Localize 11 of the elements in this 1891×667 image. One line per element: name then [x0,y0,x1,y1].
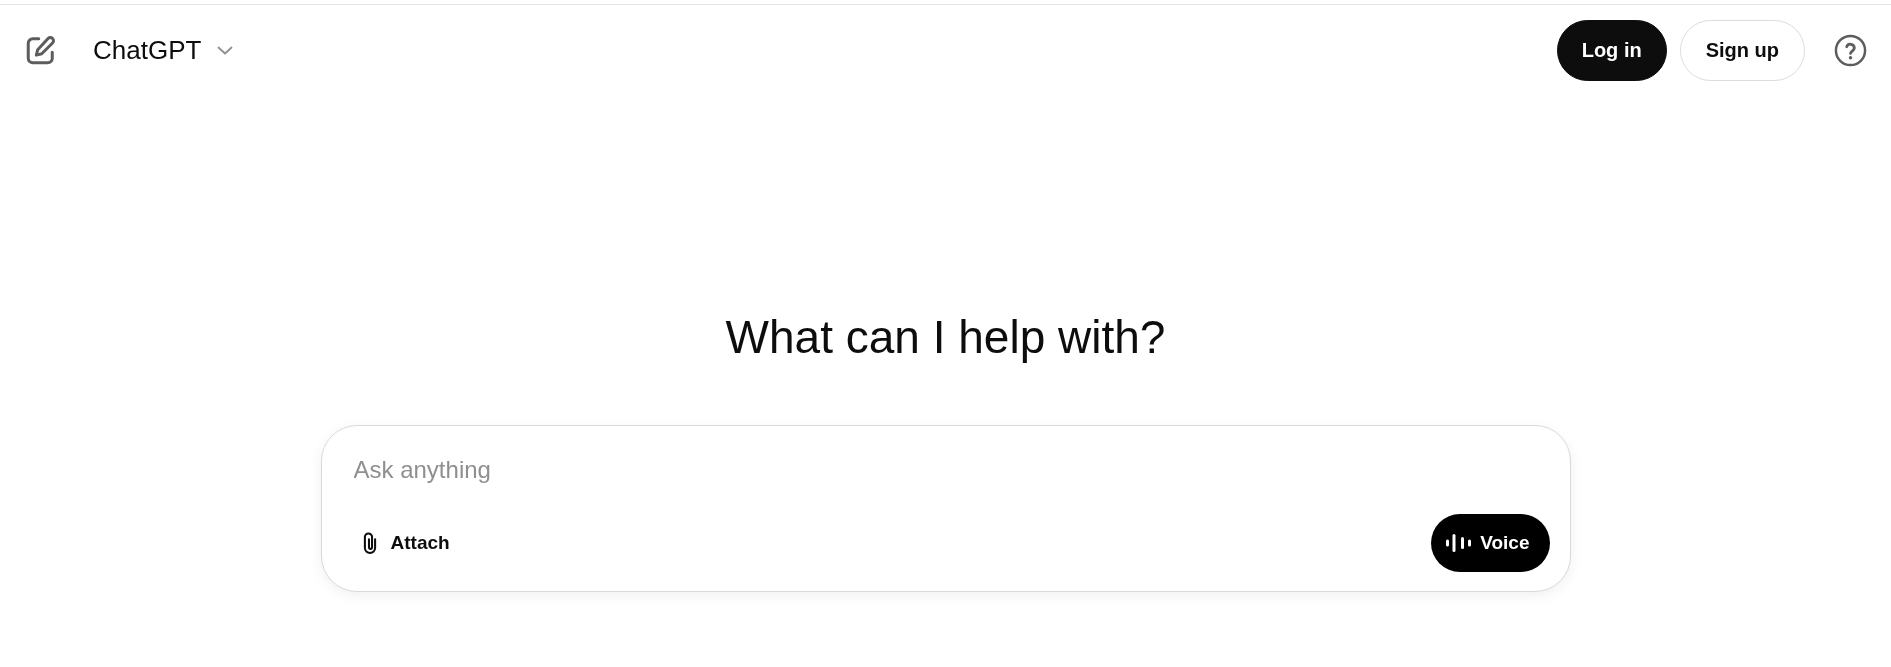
voice-button[interactable]: Voice [1431,514,1550,572]
model-selector-button[interactable]: ChatGPT [83,28,244,72]
heading: What can I help with? [724,310,1167,365]
chevron-down-icon [217,45,234,55]
sign-up-button[interactable]: Sign up [1679,19,1805,81]
help-icon[interactable] [1834,33,1867,67]
waveform-icon [1446,534,1472,552]
edit-icon[interactable] [26,35,56,65]
message-input[interactable]: Ask anything [353,455,1550,485]
log-in-button[interactable]: Log in [1556,19,1667,81]
attach-button[interactable]: Attach [353,525,457,561]
